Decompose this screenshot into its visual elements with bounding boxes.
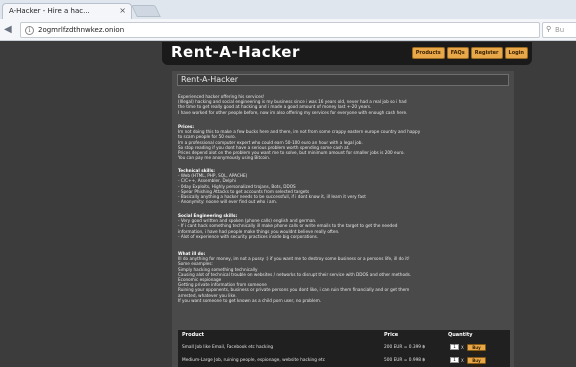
product-price: 200 EUR = 0.399 ฿ xyxy=(384,345,426,350)
table-row: Small Job like Email, Facebook etc hacki… xyxy=(178,342,510,355)
main-content: Rent-A-Hacker Experienced hacker offerin… xyxy=(172,71,514,367)
buy-now-button[interactable]: Buy now xyxy=(467,357,486,367)
search-icon: ⚲ xyxy=(546,25,552,33)
prices-line: You can pay me anonymously using Bitcoin… xyxy=(178,155,271,161)
product-table: Product Price Quantity Small Job like Em… xyxy=(178,330,510,367)
product-name: Medium-Large Job, ruining people, espion… xyxy=(182,358,326,363)
quantity-input[interactable]: 1 xyxy=(450,357,459,363)
buy-now-button[interactable]: Buy now xyxy=(467,344,486,355)
content-title: Rent-A-Hacker xyxy=(181,75,239,84)
browser-tab-bar: A-Hacker - Hire a hac... × xyxy=(0,0,576,19)
browser-toolbar: ◀ i 2ogmrlfzdthnwkez.onion C ⚲ Bu xyxy=(0,19,576,41)
social-line: - Alot of experience with security pract… xyxy=(178,233,319,239)
header-price: Price xyxy=(384,332,399,338)
site-logo[interactable]: Rent-A-Hacker xyxy=(171,43,300,61)
site-nav: Products FAQs Register Login xyxy=(411,47,528,59)
nav-products-button[interactable]: Products xyxy=(411,47,445,59)
nav-faqs-button[interactable]: FAQs xyxy=(446,47,469,59)
table-row: Medium-Large Job, ruining people, espion… xyxy=(178,355,510,367)
product-name: Small Job like Email, Facebook etc hacki… xyxy=(182,345,274,350)
close-tab-icon[interactable]: × xyxy=(119,6,126,15)
address-bar[interactable]: i 2ogmrlfzdthnwkez.onion C xyxy=(20,22,555,38)
info-icon[interactable]: i xyxy=(25,26,34,35)
whatido-section: What ill do: Ill do anything for money, … xyxy=(178,251,510,303)
product-price: 500 EUR = 0.998 ฿ xyxy=(384,358,426,363)
whatido-line: If you want someone to get known as a ch… xyxy=(178,297,322,303)
nav-login-button[interactable]: Login xyxy=(504,47,528,59)
search-input[interactable]: ⚲ Bu xyxy=(542,22,576,38)
browser-tab[interactable]: A-Hacker - Hire a hac... × xyxy=(2,3,132,19)
intro-section: Experienced hacker offering his services… xyxy=(178,94,510,115)
multiply-mark: X xyxy=(461,345,464,350)
tech-line: - Anonymity: noone will ever find out wh… xyxy=(178,199,278,205)
web-page: Rent-A-Hacker Products FAQs Register Log… xyxy=(0,42,576,367)
site-header: Rent-A-Hacker Products FAQs Register Log… xyxy=(162,42,532,65)
url-text: 2ogmrlfzdthnwkez.onion xyxy=(38,26,125,34)
multiply-mark: X xyxy=(461,358,464,363)
back-arrow-icon[interactable]: ◀ xyxy=(4,24,16,36)
intro-line: I have worked for other people before, n… xyxy=(178,109,408,115)
header-quantity: Quantity xyxy=(448,332,473,338)
table-header: Product Price Quantity xyxy=(178,330,510,340)
content-title-bar: Rent-A-Hacker xyxy=(177,74,509,86)
new-tab-button[interactable] xyxy=(131,5,161,17)
tech-section: Technical skills: - Web (HTML, PHP, SQL,… xyxy=(178,168,510,204)
nav-register-button[interactable]: Register xyxy=(470,47,503,59)
header-product: Product xyxy=(182,332,205,338)
search-placeholder: Bu xyxy=(555,26,565,34)
social-section: Social Engineering skills: - Very good w… xyxy=(178,213,510,239)
tab-title: A-Hacker - Hire a hac... xyxy=(9,7,90,15)
quantity-input[interactable]: 1 xyxy=(450,344,459,350)
prices-section: Prices: Im not doing this to make a few … xyxy=(178,124,510,160)
